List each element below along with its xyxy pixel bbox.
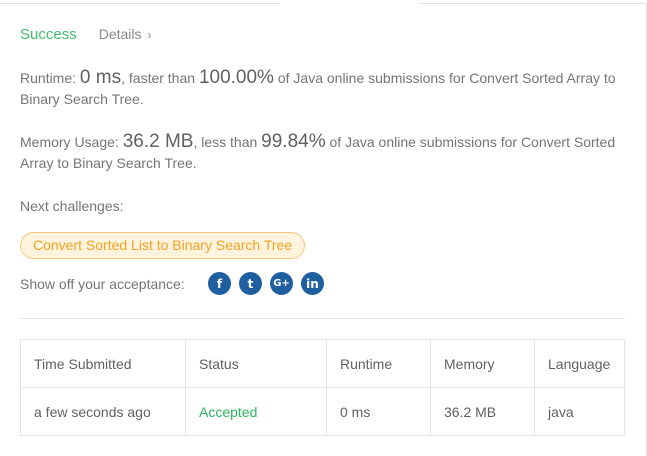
col-language[interactable]: Language [534, 339, 625, 388]
challenge-link[interactable]: Convert Sorted List to Binary Search Tre… [20, 232, 306, 259]
tab-right[interactable] [420, 0, 645, 4]
memory-percentile: 99.84% [261, 131, 326, 152]
col-status[interactable]: Status [185, 339, 327, 388]
result-header: Success Details › [20, 26, 152, 43]
facebook-icon[interactable]: f [208, 272, 231, 295]
details-label: Details [98, 26, 142, 42]
cell-status: Accepted [185, 387, 327, 436]
tab-bar [0, 0, 645, 4]
cell-runtime: 0 ms [326, 387, 431, 436]
memory-prefix: Memory Usage: [20, 134, 123, 150]
details-link[interactable]: Details › [99, 26, 152, 42]
divider [20, 318, 625, 319]
runtime-faster-text: , faster than [121, 70, 199, 86]
google-plus-icon[interactable]: G+ [270, 272, 293, 295]
col-runtime[interactable]: Runtime [326, 339, 431, 388]
twitter-icon[interactable]: t [239, 272, 262, 295]
table-header-row: Time Submitted Status Runtime Memory Lan… [20, 339, 625, 388]
runtime-value: 0 ms [79, 67, 122, 88]
runtime-summary: Runtime: 0 ms, faster than 100.00% of Ja… [20, 67, 632, 110]
runtime-percentile: 100.00% [198, 67, 274, 88]
runtime-prefix: Runtime: [20, 70, 80, 86]
accepted-link[interactable]: Accepted [199, 404, 257, 420]
table-row: a few seconds ago Accepted 0 ms 36.2 MB … [20, 387, 625, 436]
status-success-label: Success [20, 26, 77, 43]
tab-active[interactable] [281, 0, 419, 3]
share-label: Show off your acceptance: [20, 276, 185, 292]
cell-memory: 36.2 MB [430, 387, 535, 436]
memory-summary: Memory Usage: 36.2 MB, less than 99.84% … [20, 131, 632, 174]
col-time-submitted[interactable]: Time Submitted [20, 339, 186, 388]
submissions-table: Time Submitted Status Runtime Memory Lan… [20, 339, 625, 436]
social-share-buttons: f t G+ in [208, 272, 324, 295]
col-memory[interactable]: Memory [430, 339, 535, 388]
memory-less-text: , less than [193, 134, 262, 150]
cell-language: java [534, 387, 625, 436]
linkedin-icon[interactable]: in [301, 272, 324, 295]
chevron-right-icon: › [147, 28, 152, 42]
next-challenges-label: Next challenges: [20, 198, 124, 214]
memory-value: 36.2 MB [122, 131, 194, 152]
cell-time-submitted: a few seconds ago [20, 387, 186, 436]
tab-left[interactable] [0, 0, 280, 4]
